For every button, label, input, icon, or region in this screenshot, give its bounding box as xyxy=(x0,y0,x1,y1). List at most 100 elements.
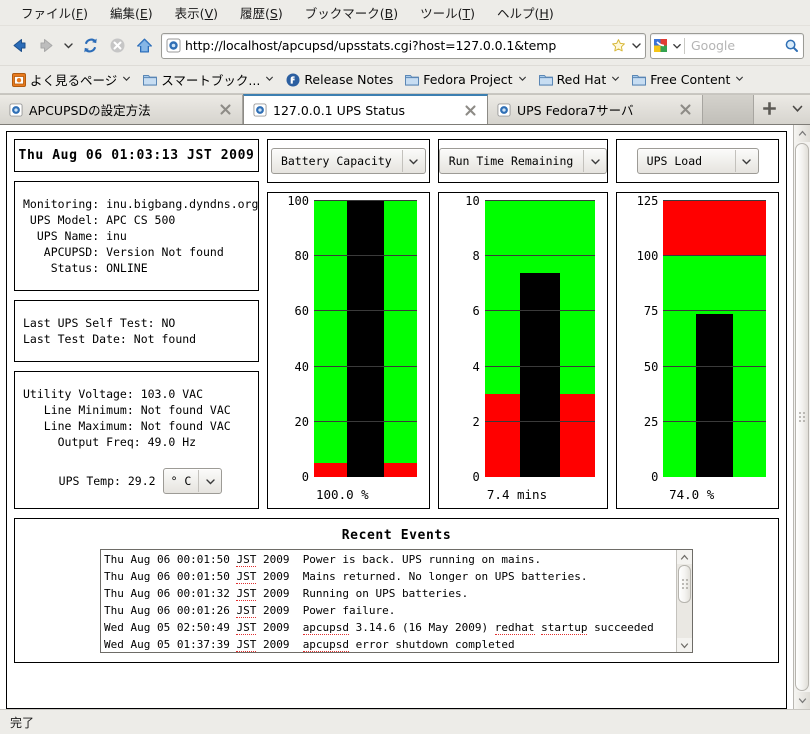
self-test-line-1: Last Test Date: Not found xyxy=(15,331,258,347)
folder-icon xyxy=(632,73,646,86)
events-frame: Thu Aug 06 00:01:50 JST 2009 Power is ba… xyxy=(100,549,693,653)
search-icon[interactable] xyxy=(779,38,803,53)
menu-item-1[interactable]: 編集(E) xyxy=(99,1,164,24)
gauge-canvas xyxy=(485,201,596,477)
tab-1[interactable]: 127.0.0.1 UPS Status xyxy=(243,94,488,124)
chevron-down-icon[interactable] xyxy=(122,74,131,86)
page-scrollbar[interactable] xyxy=(793,125,810,709)
folder-icon xyxy=(405,73,419,86)
menu-item-5[interactable]: ツール(T) xyxy=(409,1,486,24)
event-year: 2009 xyxy=(256,587,302,600)
page-scroll-thumb[interactable] xyxy=(795,143,809,691)
chevron-down-icon[interactable] xyxy=(518,74,527,86)
bookmark-label: スマートブック... xyxy=(161,70,260,89)
gauge-gridline xyxy=(663,255,766,256)
axis-tick-label: 100 xyxy=(287,194,309,208)
search-bar[interactable]: Google xyxy=(650,33,804,59)
search-engine-chevron-down-icon[interactable] xyxy=(670,41,684,51)
event-timezone: JST xyxy=(236,553,256,567)
chevron-down-icon[interactable] xyxy=(265,74,274,86)
scroll-up-icon[interactable] xyxy=(677,550,692,564)
event-row: Wed Aug 05 02:50:49 JST 2009 apcupsd 3.1… xyxy=(104,619,676,636)
menu-item-4[interactable]: ブックマーク(B) xyxy=(294,1,409,24)
events-scroll-thumb[interactable] xyxy=(678,565,691,603)
page-content: Thu Aug 06 01:03:13 JST 2009 Monitoring:… xyxy=(0,125,810,709)
address-dropdown-chevron-down-icon[interactable] xyxy=(628,40,645,51)
address-bar-text[interactable]: http://localhost/apcupsd/upsstats.cgi?ho… xyxy=(184,38,609,53)
temp-unit-select[interactable]: ° C xyxy=(163,468,223,494)
event-message: apcupsd error shutdown completed xyxy=(303,638,515,652)
gauge-plot-0 xyxy=(314,201,429,477)
tab-close-icon[interactable] xyxy=(450,102,479,119)
ups-info-line-4: Status: ONLINE xyxy=(15,260,258,276)
gauge-gridline xyxy=(663,310,766,311)
bookmark-item-3[interactable]: Fedora Project xyxy=(399,70,532,89)
tab-close-icon[interactable] xyxy=(205,101,234,118)
menu-item-2[interactable]: 表示(V) xyxy=(164,1,229,24)
gauge-select-box-0: Battery Capacity xyxy=(267,139,430,183)
scroll-down-icon[interactable] xyxy=(677,638,692,652)
gauge-plot-2 xyxy=(663,201,778,477)
tab-favicon-icon xyxy=(8,102,23,117)
gauge-metric-select-1[interactable]: Run Time Remaining xyxy=(439,148,608,174)
search-input[interactable]: Google xyxy=(685,38,779,53)
bookmark-item-4[interactable]: Red Hat xyxy=(533,70,627,89)
folder-icon xyxy=(539,73,553,86)
tab-close-icon[interactable] xyxy=(665,101,694,118)
chevron-down-icon[interactable] xyxy=(611,74,620,86)
gauge-gridline xyxy=(485,310,596,311)
chevron-down-icon[interactable] xyxy=(199,476,221,487)
gauge-metric-select-2[interactable]: UPS Load xyxy=(637,148,759,174)
page-scroll-down-icon[interactable] xyxy=(794,692,810,709)
bookmark-item-2[interactable]: Release Notes xyxy=(280,70,399,89)
gauge-value-label-2: 74.0 % xyxy=(617,477,778,502)
new-tab-button[interactable] xyxy=(754,95,784,124)
status-column: Thu Aug 06 01:03:13 JST 2009 Monitoring:… xyxy=(14,139,259,509)
event-row: Thu Aug 06 00:01:26 JST 2009 Power failu… xyxy=(104,602,676,619)
event-timestamp: Wed Aug 05 02:50:49 xyxy=(104,621,236,634)
folder-icon xyxy=(143,73,157,86)
bookmark-item-5[interactable]: Free Content xyxy=(626,70,750,89)
event-row: Thu Aug 06 00:01:50 JST 2009 Power is ba… xyxy=(104,551,676,568)
chevron-down-icon[interactable] xyxy=(736,156,758,167)
home-button[interactable] xyxy=(131,32,158,59)
events-scroll-track[interactable] xyxy=(677,564,692,638)
axis-tick-label: 0 xyxy=(651,470,658,484)
bookmark-item-1[interactable]: スマートブック... xyxy=(137,68,280,91)
page-scroll-track[interactable] xyxy=(794,142,810,692)
gauge-select-box-2: UPS Load xyxy=(616,139,779,183)
ups-info-line-1: UPS Model: APC CS 500 xyxy=(15,212,258,228)
chevron-down-icon[interactable] xyxy=(735,74,744,86)
menu-item-0[interactable]: ファイル(F) xyxy=(10,1,99,24)
address-bar[interactable]: http://localhost/apcupsd/upsstats.cgi?ho… xyxy=(161,33,646,59)
back-button[interactable] xyxy=(6,32,33,59)
tab-2[interactable]: UPS Fedora7サーバ xyxy=(488,95,703,124)
menu-item-6[interactable]: ヘルプ(H) xyxy=(486,1,565,24)
axis-tick-label: 50 xyxy=(644,360,658,374)
menu-item-3[interactable]: 履歴(S) xyxy=(229,1,294,24)
tab-label: APCUPSDの設定方法 xyxy=(29,100,151,119)
event-message: Running on UPS batteries. xyxy=(303,587,469,600)
gauge-gridline xyxy=(314,310,417,311)
event-timezone: JST xyxy=(236,587,256,601)
chevron-down-icon[interactable] xyxy=(584,156,606,167)
list-all-tabs-button[interactable] xyxy=(784,95,810,124)
page-scroll-up-icon[interactable] xyxy=(794,125,810,142)
bookmark-star-icon[interactable] xyxy=(609,38,628,53)
axis-tick-label: 125 xyxy=(637,194,659,208)
chevron-down-icon[interactable] xyxy=(403,156,425,167)
event-row: Thu Aug 06 00:01:32 JST 2009 Running on … xyxy=(104,585,676,602)
google-logo-icon[interactable] xyxy=(651,35,670,57)
history-dropdown-chevron-down-icon[interactable] xyxy=(60,32,77,59)
event-year: 2009 xyxy=(256,570,302,583)
bookmark-label: Fedora Project xyxy=(423,72,512,87)
gauge-metric-select-0[interactable]: Battery Capacity xyxy=(271,148,426,174)
axis-tick-label: 0 xyxy=(302,470,309,484)
event-year: 2009 xyxy=(256,553,302,566)
gauge-column-0: Battery Capacity020406080100100.0 % xyxy=(267,139,430,509)
bookmark-item-0[interactable]: よく見るページ xyxy=(6,68,137,91)
tab-0[interactable]: APCUPSDの設定方法 xyxy=(0,95,243,124)
reload-button[interactable] xyxy=(77,32,104,59)
events-scrollbar[interactable] xyxy=(676,550,692,652)
gauge-band xyxy=(663,201,766,256)
